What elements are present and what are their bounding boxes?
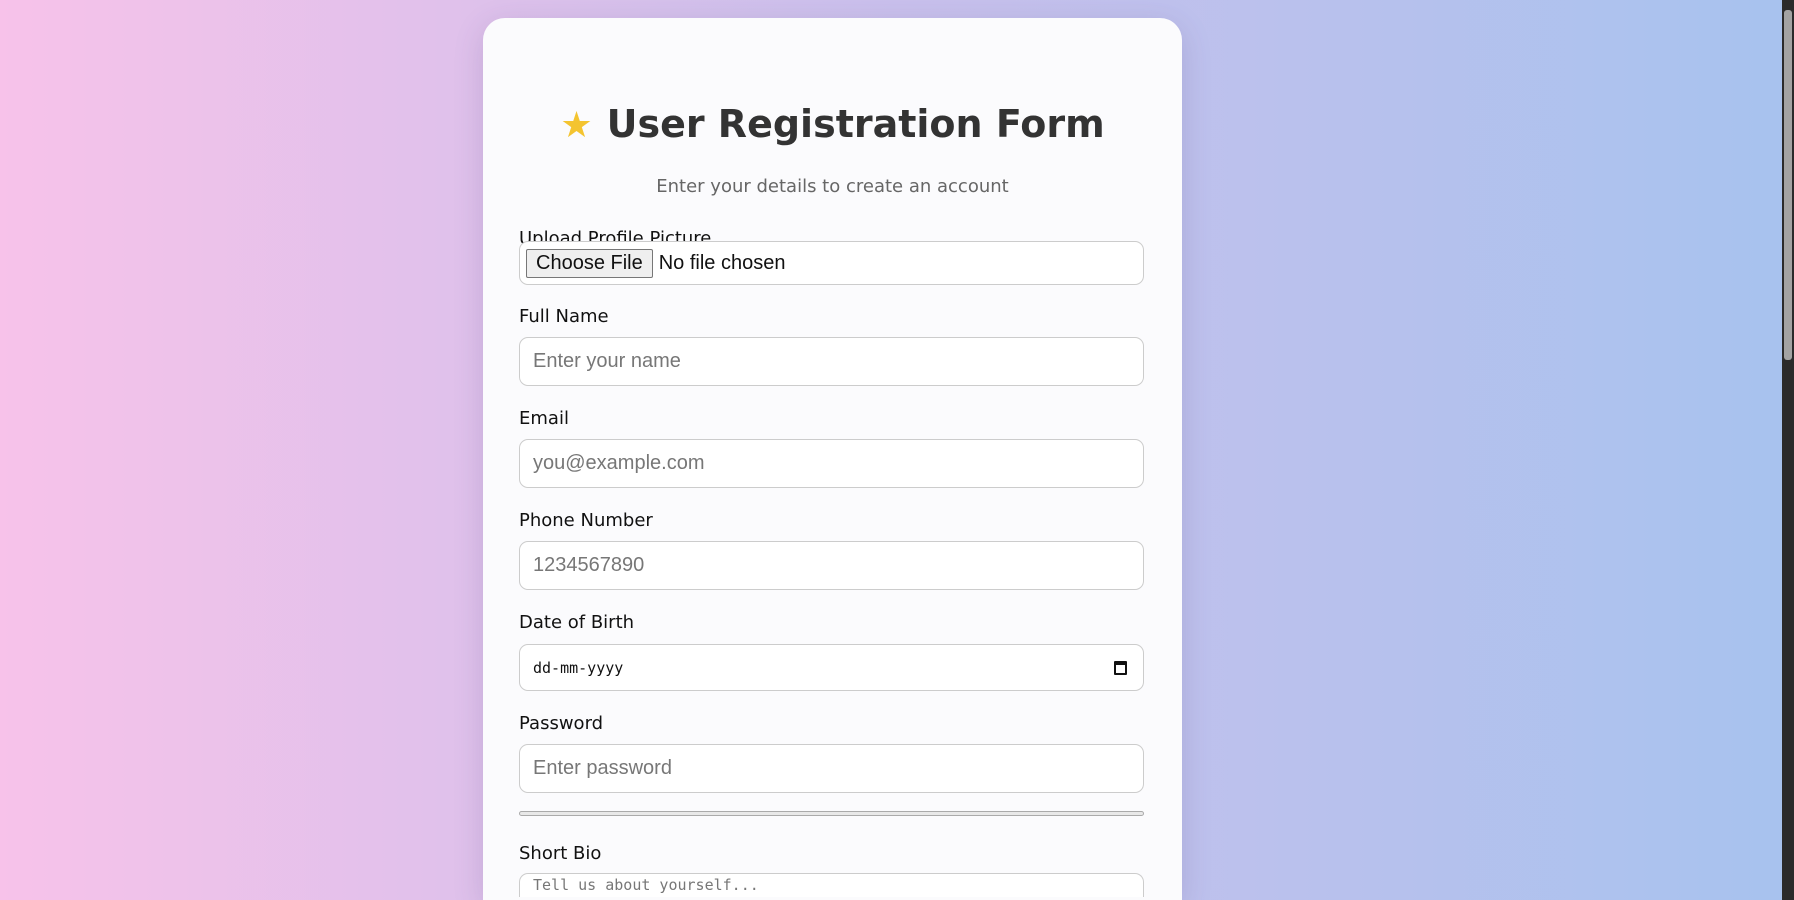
scrollbar-thumb[interactable] [1784, 10, 1792, 360]
choose-file-button[interactable]: Choose File [526, 248, 653, 278]
email-input[interactable]: you@example.com [519, 439, 1144, 488]
page-title: ★ User Registration Form [483, 102, 1182, 146]
name-label: Full Name [519, 306, 609, 327]
phone-placeholder: 1234567890 [533, 554, 645, 576]
calendar-icon[interactable] [1114, 660, 1127, 675]
full-name-input[interactable]: Enter your name [519, 337, 1144, 386]
title-text: User Registration Form [606, 102, 1105, 146]
email-label: Email [519, 408, 569, 429]
dob-input[interactable]: dd-mm-yyyy [519, 644, 1144, 691]
star-icon: ★ [560, 105, 593, 146]
email-placeholder: you@example.com [533, 452, 705, 474]
name-placeholder: Enter your name [533, 350, 681, 372]
file-status: No file chosen [658, 251, 786, 274]
password-placeholder: Enter password [533, 757, 672, 779]
dob-placeholder: dd-mm-yyyy [533, 658, 624, 677]
password-strength-bar [519, 811, 1144, 816]
phone-input[interactable]: 1234567890 [519, 541, 1144, 590]
scrollbar[interactable] [1782, 0, 1794, 900]
password-input[interactable]: Enter password [519, 744, 1144, 793]
dob-label: Date of Birth [519, 612, 635, 633]
phone-label: Phone Number [519, 510, 653, 531]
subtitle: Enter your details to create an account [656, 176, 1009, 197]
bio-textarea[interactable]: Tell us about yourself... [519, 873, 1144, 897]
registration-card: ★ User Registration Form Enter your detai… [483, 18, 1182, 900]
bio-placeholder: Tell us about yourself... [533, 876, 759, 894]
bio-label: Short Bio [519, 843, 602, 864]
password-label: Password [519, 713, 604, 734]
profile-picture-input[interactable]: Choose File No file chosen [519, 241, 1144, 285]
